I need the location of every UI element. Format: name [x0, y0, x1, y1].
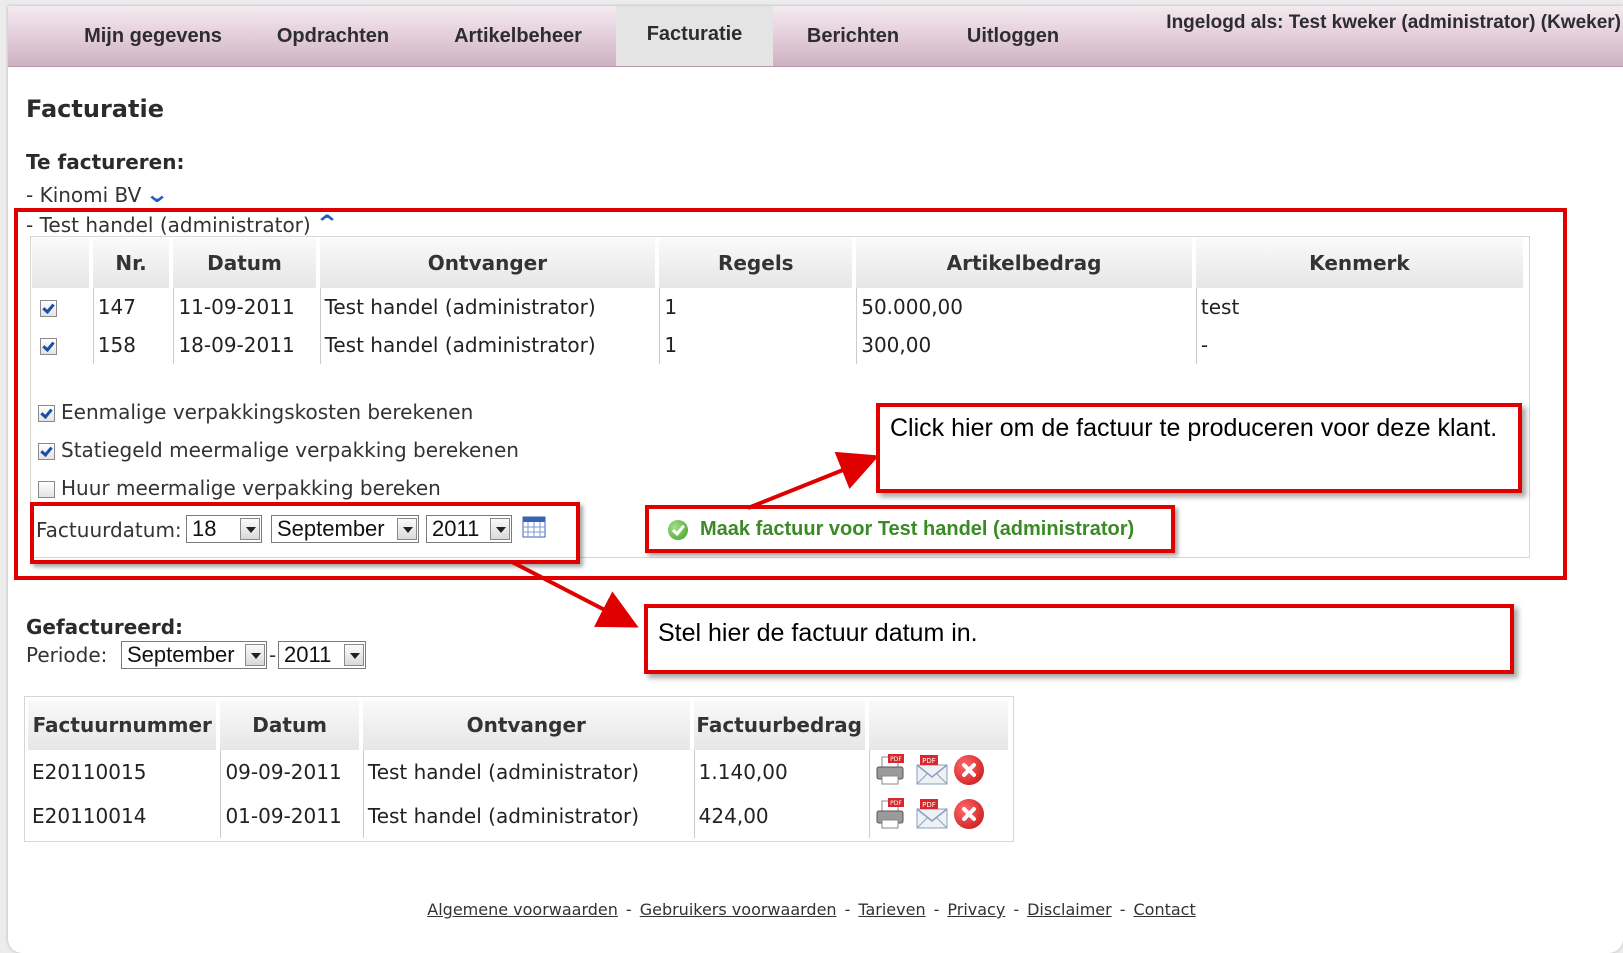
cell-datum: 01-09-2011: [220, 794, 362, 838]
cell-bedrag: 1.140,00: [693, 750, 869, 794]
col-factuurnummer[interactable]: Factuurnummer: [28, 700, 221, 750]
delete-icon[interactable]: [953, 754, 984, 785]
col-ontvanger[interactable]: Ontvanger: [362, 700, 694, 750]
invoiced-table: Factuurnummer Datum Ontvanger Factuurbed…: [28, 700, 1012, 838]
arrow-to-date: [511, 560, 639, 628]
table-row: E20110014 01-09-2011 Test handel (admini…: [28, 794, 1012, 838]
cell-nummer: E20110015: [32, 760, 147, 784]
period-label: Periode:: [26, 643, 108, 667]
cell-ontvanger: Test handel (administrator): [362, 750, 694, 794]
footer-link-contact[interactable]: Contact: [1133, 900, 1195, 919]
period-separator: -: [269, 643, 277, 667]
cell-actions: PDF PDF: [868, 794, 1012, 838]
selected-value: 2011: [284, 642, 332, 667]
arrow-to-make-invoice: [747, 451, 880, 510]
cell-actions: PDF PDF: [868, 750, 1012, 794]
footer-separator: -: [1119, 900, 1126, 919]
email-pdf-icon[interactable]: PDF: [914, 798, 948, 830]
dropdown-arrow-icon[interactable]: [245, 644, 265, 666]
selected-value: September: [127, 642, 235, 667]
cell-ontvanger: Test handel (administrator): [362, 794, 694, 838]
table-header-row: Factuurnummer Datum Ontvanger Factuurbed…: [28, 700, 1012, 750]
svg-text:PDF: PDF: [890, 800, 902, 807]
period-month-select[interactable]: September: [121, 641, 267, 669]
footer-link-privacy[interactable]: Privacy: [947, 900, 1005, 919]
footer-link-disclaimer[interactable]: Disclaimer: [1027, 900, 1112, 919]
footer-separator: -: [1013, 900, 1020, 919]
col-datum[interactable]: Datum: [220, 700, 363, 750]
dropdown-arrow-icon[interactable]: [344, 644, 364, 666]
svg-text:PDF: PDF: [922, 757, 936, 765]
col-actions: [868, 700, 1012, 750]
delete-icon[interactable]: [953, 798, 984, 829]
footer-separator: -: [625, 900, 632, 919]
period-year-select[interactable]: 2011: [278, 641, 366, 669]
footer-link-algemene-voorwaarden[interactable]: Algemene voorwaarden: [427, 900, 618, 919]
print-pdf-icon[interactable]: PDF: [874, 797, 908, 830]
footer-separator: -: [933, 900, 940, 919]
email-pdf-icon[interactable]: PDF: [914, 754, 948, 786]
footer: Algemene voorwaarden - Gebruikers voorwaar…: [0, 900, 1623, 919]
print-pdf-icon[interactable]: PDF: [874, 753, 908, 786]
svg-text:PDF: PDF: [922, 801, 936, 809]
cell-nummer: E20110014: [32, 804, 147, 828]
invoiced-heading: Gefactureerd:: [26, 615, 184, 639]
col-factuurbedrag[interactable]: Factuurbedrag: [693, 700, 869, 750]
cell-datum: 09-09-2011: [220, 750, 362, 794]
footer-link-gebruikers-voorwaarden[interactable]: Gebruikers voorwaarden: [640, 900, 837, 919]
svg-text:PDF: PDF: [890, 756, 902, 763]
footer-link-tarieven[interactable]: Tarieven: [858, 900, 925, 919]
table-row: E20110015 09-09-2011 Test handel (admini…: [28, 750, 1012, 794]
footer-separator: -: [844, 900, 851, 919]
cell-bedrag: 424,00: [693, 794, 869, 838]
